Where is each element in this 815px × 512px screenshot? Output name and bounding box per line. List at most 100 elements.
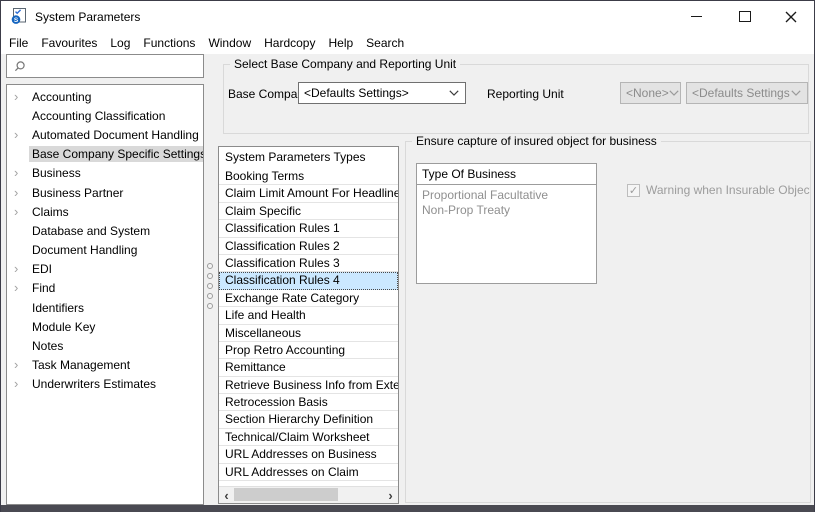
tree-item-document-handling[interactable]: Document Handling — [7, 241, 203, 260]
reporting-unit-settings-combobox: <Defaults Settings — [686, 82, 808, 104]
business-groupbox-title: Ensure capture of insured object for bus… — [412, 134, 661, 148]
scrollbar-thumb[interactable] — [234, 488, 338, 501]
parameter-item-miscellaneous[interactable]: Miscellaneous — [219, 325, 398, 342]
parameter-item-classification-rules-4[interactable]: Classification Rules 4 — [219, 272, 398, 289]
type-of-business-row: Non-Prop Treaty — [417, 203, 596, 218]
chevron-right-icon[interactable]: › — [14, 188, 29, 198]
tree-item-notes[interactable]: Notes — [7, 336, 203, 355]
tree-item-business-partner[interactable]: ›Business Partner — [7, 183, 203, 202]
warning-checkbox-label: Warning when Insurable Object missin — [646, 183, 810, 197]
tree-item-identifiers[interactable]: Identifiers — [7, 298, 203, 317]
menu-item-favourites[interactable]: Favourites — [41, 36, 97, 50]
chevron-right-icon[interactable]: › — [14, 264, 29, 274]
tree-item-accounting-classification[interactable]: Accounting Classification — [7, 106, 203, 125]
tree-item-label: Task Management — [29, 357, 133, 373]
scroll-left-icon[interactable]: ‹ — [219, 487, 234, 503]
menu-bar: File Favourites Log Functions Window Hardcopy… — [1, 32, 814, 54]
warning-checkbox-row: ✓ Warning when Insurable Object missin — [627, 183, 810, 197]
menu-item-log[interactable]: Log — [110, 36, 130, 50]
menu-item-file[interactable]: File — [9, 36, 28, 50]
parameter-item-url-addresses-on-claim[interactable]: URL Addresses on Claim — [219, 464, 398, 481]
close-button[interactable] — [774, 1, 808, 32]
parameter-item-life-and-health[interactable]: Life and Health — [219, 307, 398, 324]
tree-item-label: EDI — [29, 261, 55, 277]
tree-item-accounting[interactable]: ›Accounting — [7, 87, 203, 106]
scroll-right-icon[interactable]: › — [383, 487, 398, 503]
close-icon — [785, 11, 797, 23]
parameter-item-remittance[interactable]: Remittance — [219, 359, 398, 376]
tree-item-label: Identifiers — [29, 300, 87, 316]
menu-item-functions[interactable]: Functions — [143, 36, 195, 50]
tree-item-label: Business — [29, 165, 84, 181]
tree-item-base-company-specific-settings[interactable]: Base Company Specific Settings — [7, 145, 203, 164]
minimize-button[interactable] — [679, 1, 713, 32]
type-of-business-header: Type Of Business — [417, 164, 596, 185]
tree-panel: ›AccountingAccounting Classification›Aut… — [6, 84, 204, 505]
tree-item-label: Database and System — [29, 223, 153, 239]
chevron-right-icon[interactable]: › — [14, 379, 29, 389]
parameter-item-classification-rules-3[interactable]: Classification Rules 3 — [219, 255, 398, 272]
reporting-unit-settings-value: <Defaults Settings — [692, 86, 790, 100]
base-company-value: <Defaults Settings> — [304, 86, 409, 100]
menu-item-hardcopy[interactable]: Hardcopy — [264, 36, 315, 50]
tree-item-business[interactable]: ›Business — [7, 164, 203, 183]
parameter-item-booking-terms[interactable]: Booking Terms — [219, 168, 398, 185]
chevron-right-icon[interactable]: › — [14, 92, 29, 102]
warning-checkbox: ✓ — [627, 184, 640, 197]
search-input[interactable] — [30, 56, 203, 76]
chevron-right-icon[interactable]: › — [14, 360, 29, 370]
tree-item-label: Accounting — [29, 89, 94, 105]
panel-splitter[interactable] — [205, 84, 216, 505]
app-icon: S — [10, 7, 28, 25]
parameter-item-url-addresses-on-business[interactable]: URL Addresses on Business — [219, 446, 398, 463]
parameter-item-classification-rules-2[interactable]: Classification Rules 2 — [219, 238, 398, 255]
search-box[interactable] — [6, 54, 204, 78]
search-icon — [13, 60, 26, 73]
parameter-item-prop-retro-accounting[interactable]: Prop Retro Accounting — [219, 342, 398, 359]
tree-item-claims[interactable]: ›Claims — [7, 202, 203, 221]
parameter-item-retrieve-business-info-from-external-s[interactable]: Retrieve Business Info from External S — [219, 377, 398, 394]
system-parameters-window: S System Parameters File Favourites Log Fun… — [0, 0, 815, 512]
chevron-right-icon[interactable]: › — [14, 283, 29, 293]
parameter-item-classification-rules-1[interactable]: Classification Rules 1 — [219, 220, 398, 237]
parameter-list-header: System Parameters Types — [219, 147, 398, 168]
parameter-item-section-hierarchy-definition[interactable]: Section Hierarchy Definition — [219, 411, 398, 428]
menu-item-help[interactable]: Help — [328, 36, 353, 50]
parameter-item-claim-specific[interactable]: Claim Specific — [219, 203, 398, 220]
parameter-types-panel: System Parameters Types Booking TermsCla… — [218, 146, 399, 504]
tree-item-label: Business Partner — [29, 185, 126, 201]
tree-item-underwriters-estimates[interactable]: ›Underwriters Estimates — [7, 375, 203, 394]
chevron-right-icon[interactable]: › — [14, 207, 29, 217]
tree-item-edi[interactable]: ›EDI — [7, 260, 203, 279]
chevron-right-icon[interactable]: › — [14, 130, 29, 140]
menu-item-window[interactable]: Window — [208, 36, 251, 50]
tree-item-label: Automated Document Handling — [29, 127, 202, 143]
parameter-item-claim-limit-amount-for-headline-loss[interactable]: Claim Limit Amount For Headline Loss — [219, 185, 398, 202]
maximize-button[interactable] — [728, 1, 762, 32]
tree-item-task-management[interactable]: ›Task Management — [7, 356, 203, 375]
parameter-item-retrocession-basis[interactable]: Retrocession Basis — [219, 394, 398, 411]
tree-item-module-key[interactable]: Module Key — [7, 317, 203, 336]
base-company-combobox[interactable]: <Defaults Settings> — [298, 82, 466, 104]
svg-text:S: S — [14, 17, 19, 24]
horizontal-scrollbar[interactable]: ‹ › — [219, 486, 398, 503]
tree-item-database-and-system[interactable]: Database and System — [7, 221, 203, 240]
parameter-list-body: Booking TermsClaim Limit Amount For Head… — [219, 168, 398, 481]
parameter-item-exchange-rate-category[interactable]: Exchange Rate Category — [219, 290, 398, 307]
window-title: System Parameters — [35, 10, 140, 24]
menu-item-search[interactable]: Search — [366, 36, 404, 50]
chevron-right-icon[interactable]: › — [14, 168, 29, 178]
parameter-item-technical-claim-worksheet[interactable]: Technical/Claim Worksheet — [219, 429, 398, 446]
type-of-business-table: Type Of Business Proportional Facultativ… — [416, 163, 597, 284]
tree-item-label: Claims — [29, 204, 72, 220]
tree-item-automated-document-handling[interactable]: ›Automated Document Handling — [7, 125, 203, 144]
chevron-down-icon — [791, 90, 801, 96]
company-groupbox-title: Select Base Company and Reporting Unit — [230, 57, 460, 71]
tree-item-label: Find — [29, 280, 58, 296]
window-bottom-border — [1, 505, 814, 512]
chevron-down-icon — [669, 90, 679, 96]
tree-item-find[interactable]: ›Find — [7, 279, 203, 298]
tree-item-label: Module Key — [29, 319, 98, 335]
reporting-unit-combobox: <None> — [620, 82, 681, 104]
reporting-unit-label: Reporting Unit — [487, 87, 564, 101]
